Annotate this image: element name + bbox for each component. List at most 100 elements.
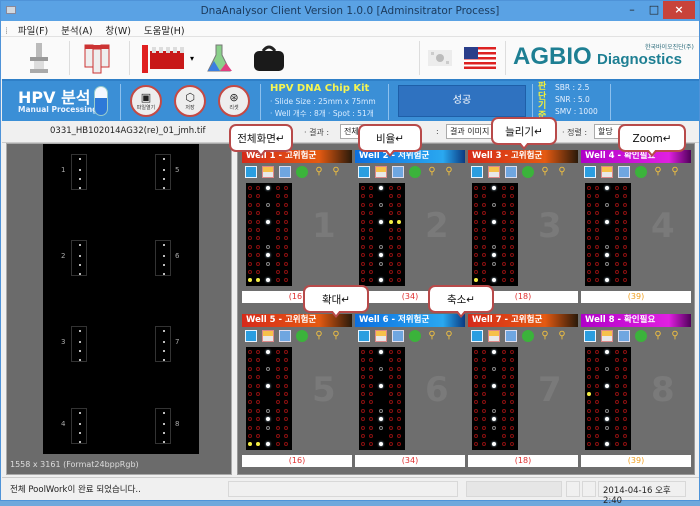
- slide-well-4[interactable]: [71, 408, 87, 444]
- empty-spot: [615, 366, 619, 371]
- zoom-in-icon[interactable]: ⚲: [652, 330, 664, 342]
- zoom-in-icon[interactable]: ⚲: [652, 166, 664, 178]
- stretch-icon[interactable]: [392, 166, 404, 178]
- empty-spot: [587, 253, 591, 258]
- well-spot-image[interactable]: [359, 183, 405, 286]
- fullscreen-icon[interactable]: [584, 330, 596, 342]
- maximize-button[interactable]: □: [643, 3, 665, 21]
- slide-well-5[interactable]: [155, 154, 171, 190]
- zoom-out-icon[interactable]: ⚲: [556, 166, 568, 178]
- slide-well-1[interactable]: [71, 154, 87, 190]
- empty-spot: [587, 270, 591, 274]
- slide-well-7[interactable]: [155, 326, 171, 362]
- zoom-icon[interactable]: [635, 166, 647, 178]
- zoom-in-icon[interactable]: ⚲: [539, 330, 551, 342]
- zoom-in-icon[interactable]: ⚲: [426, 330, 438, 342]
- stretch-icon[interactable]: [618, 330, 630, 342]
- well-spot-image[interactable]: [246, 183, 292, 286]
- well-spot-image[interactable]: [585, 183, 631, 286]
- slide-well-2[interactable]: [71, 240, 87, 276]
- zoom-icon[interactable]: [409, 166, 421, 178]
- close-button[interactable]: ×: [663, 1, 695, 19]
- slide-well-6[interactable]: [155, 240, 171, 276]
- ratio-icon[interactable]: [488, 330, 500, 342]
- save-button[interactable]: ⬡ 저장: [174, 85, 206, 117]
- fullscreen-icon[interactable]: [245, 330, 257, 342]
- fullscreen-icon[interactable]: [358, 330, 370, 342]
- zoom-icon[interactable]: [635, 330, 647, 342]
- image-select[interactable]: 결과 이미지: [446, 124, 496, 139]
- ratio-icon[interactable]: [488, 166, 500, 178]
- empty-spot: [276, 244, 280, 249]
- open-file-button[interactable]: ▣ 파일열기: [130, 85, 162, 117]
- english-language-button[interactable]: [463, 40, 497, 76]
- ratio-icon[interactable]: [262, 330, 274, 342]
- stretch-icon[interactable]: [505, 166, 517, 178]
- fullscreen-icon[interactable]: [471, 166, 483, 178]
- empty-spot: [256, 434, 260, 438]
- ratio-icon[interactable]: [601, 166, 613, 178]
- empty-spot: [474, 434, 478, 438]
- fullscreen-icon[interactable]: [245, 166, 257, 178]
- korean-language-button[interactable]: [425, 40, 455, 76]
- zoom-icon[interactable]: [409, 330, 421, 342]
- well-spot-image[interactable]: [246, 347, 292, 450]
- stretch-icon[interactable]: [279, 166, 291, 178]
- empty-spot: [502, 434, 506, 438]
- zoom-in-icon[interactable]: ⚲: [426, 166, 438, 178]
- minimize-button[interactable]: –: [621, 3, 643, 21]
- ratio-icon[interactable]: [262, 166, 274, 178]
- zoom-in-icon[interactable]: ⚲: [313, 330, 325, 342]
- microscope-button[interactable]: [19, 40, 59, 76]
- well-spot-image[interactable]: [472, 347, 518, 450]
- fullscreen-icon[interactable]: [471, 330, 483, 342]
- slide-image-panel[interactable]: 1 2 3 4 5 6 7 8 1558 x 3161 (Format24bppRgb): [6, 143, 232, 475]
- zoom-out-icon[interactable]: ⚲: [330, 330, 342, 342]
- empty-spot: [369, 425, 373, 430]
- slide-well-8[interactable]: [155, 408, 171, 444]
- stretch-icon[interactable]: [505, 330, 517, 342]
- signal-spot: [266, 408, 270, 413]
- doctor-bag-button[interactable]: [249, 40, 289, 76]
- stretch-icon[interactable]: [618, 166, 630, 178]
- zoom-icon[interactable]: [522, 166, 534, 178]
- ratio-icon[interactable]: [375, 330, 387, 342]
- well-spot-image[interactable]: [472, 183, 518, 286]
- zoom-out-icon[interactable]: ⚲: [443, 166, 455, 178]
- criteria-label: 판단기준: [538, 82, 547, 121]
- zoom-in-icon[interactable]: ⚲: [313, 166, 325, 178]
- ratio-icon[interactable]: [601, 330, 613, 342]
- ratio-icon[interactable]: [375, 166, 387, 178]
- well-toolbar: ⚲ ⚲: [584, 330, 681, 344]
- test-tube-rack-button[interactable]: [139, 40, 187, 76]
- stretch-icon[interactable]: [279, 330, 291, 342]
- signal-spot: [379, 366, 383, 371]
- reset-button[interactable]: ⊛ 리셋: [218, 85, 250, 117]
- zoom-out-icon[interactable]: ⚲: [556, 330, 568, 342]
- zoom-icon[interactable]: [522, 330, 534, 342]
- empty-spot: [510, 383, 514, 388]
- empty-spot: [256, 186, 260, 190]
- well-number-watermark: 4: [651, 206, 675, 246]
- zoom-out-icon[interactable]: ⚲: [443, 330, 455, 342]
- flask-button[interactable]: [201, 40, 237, 76]
- zoom-out-icon[interactable]: ⚲: [330, 166, 342, 178]
- slide-image[interactable]: 1 2 3 4 5 6 7 8: [43, 144, 199, 454]
- empty-spot: [502, 350, 506, 354]
- zoom-icon[interactable]: [296, 166, 308, 178]
- capsule-icon: [94, 86, 108, 116]
- slide-well-3[interactable]: [71, 326, 87, 362]
- well-spot-image[interactable]: [359, 347, 405, 450]
- stretch-icon[interactable]: [392, 330, 404, 342]
- fullscreen-icon[interactable]: [584, 166, 596, 178]
- zoom-icon[interactable]: [296, 330, 308, 342]
- rack-dropdown-arrow[interactable]: ▾: [187, 40, 197, 76]
- zoom-in-icon[interactable]: ⚲: [539, 166, 551, 178]
- sample-tubes-button[interactable]: [77, 40, 117, 76]
- fullscreen-icon[interactable]: [358, 166, 370, 178]
- well-spot-image[interactable]: [585, 347, 631, 450]
- zoom-out-icon[interactable]: ⚲: [669, 330, 681, 342]
- zoom-out-icon[interactable]: ⚲: [669, 166, 681, 178]
- empty-spot: [369, 261, 373, 266]
- empty-spot: [276, 270, 280, 274]
